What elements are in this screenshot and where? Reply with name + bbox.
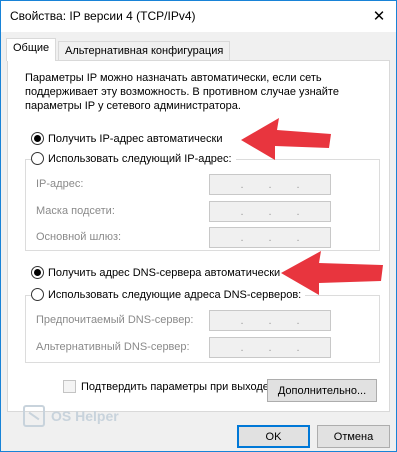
tab-alternate-config[interactable]: Альтернативная конфигурация xyxy=(58,41,231,61)
tab-general-label: Общие xyxy=(13,42,50,54)
ip-auto-radio-option[interactable]: Получить IP-адрес автоматически xyxy=(31,132,227,145)
dns-manual-label: Использовать следующие адреса DNS-сервер… xyxy=(48,288,302,301)
ip-manual-radio[interactable] xyxy=(31,152,44,165)
dns-manual-radio[interactable] xyxy=(31,288,44,301)
dns-manual-radio-option[interactable]: Использовать следующие адреса DNS-сервер… xyxy=(31,288,306,301)
default-gateway-label: Основной шлюз: xyxy=(36,231,122,243)
advanced-button[interactable]: Дополнительно... xyxy=(267,379,377,402)
title-bar: Свойства: IP версии 4 (TCP/IPv4) ✕ xyxy=(1,1,396,32)
dialog-window: Свойства: IP версии 4 (TCP/IPv4) ✕ Общие… xyxy=(0,0,397,452)
ip-manual-label: Использовать следующий IP-адрес: xyxy=(48,152,232,165)
close-icon: ✕ xyxy=(372,8,386,25)
cancel-button-label: Отмена xyxy=(333,430,374,443)
ok-button[interactable]: OK xyxy=(237,425,310,448)
ip-address-input[interactable]: ... xyxy=(209,174,331,195)
subnet-mask-input[interactable]: ... xyxy=(209,201,331,222)
ip-address-label: IP-адрес: xyxy=(36,178,84,190)
cancel-button[interactable]: Отмена xyxy=(317,425,390,448)
watermark: OS Helper xyxy=(23,405,119,427)
validate-on-exit-checkbox[interactable] xyxy=(63,380,76,393)
tab-general[interactable]: Общие xyxy=(6,38,57,61)
ip-auto-label: Получить IP-адрес автоматически xyxy=(48,132,223,145)
description-text: Параметры IP можно назначать автоматичес… xyxy=(25,72,339,112)
close-button[interactable]: ✕ xyxy=(362,1,396,31)
alternate-dns-input[interactable]: ... xyxy=(209,337,331,358)
watermark-logo-icon xyxy=(23,405,45,427)
subnet-mask-label: Маска подсети: xyxy=(36,205,115,217)
alternate-dns-label: Альтернативный DNS-сервер: xyxy=(36,341,190,353)
validate-on-exit-option[interactable]: Подтвердить параметры при выходе xyxy=(63,380,269,393)
red-arrow-icon xyxy=(241,118,331,160)
red-arrow-icon xyxy=(281,251,383,295)
tab-alternate-config-label: Альтернативная конфигурация xyxy=(65,45,224,57)
preferred-dns-input[interactable]: ... xyxy=(209,310,331,331)
ip-manual-radio-option[interactable]: Использовать следующий IP-адрес: xyxy=(31,152,236,165)
dns-auto-radio[interactable] xyxy=(31,266,44,279)
watermark-text: OS Helper xyxy=(51,408,119,424)
ok-button-label: OK xyxy=(265,430,282,443)
ip-auto-radio[interactable] xyxy=(31,132,44,145)
validate-on-exit-label: Подтвердить параметры при выходе xyxy=(81,380,269,393)
advanced-button-label: Дополнительно... xyxy=(277,384,367,397)
dns-auto-label: Получить адрес DNS-сервера автоматически xyxy=(48,266,281,279)
preferred-dns-label: Предпочитаемый DNS-сервер: xyxy=(36,314,194,326)
window-title: Свойства: IP версии 4 (TCP/IPv4) xyxy=(10,9,196,23)
default-gateway-input[interactable]: ... xyxy=(209,227,331,248)
dns-auto-radio-option[interactable]: Получить адрес DNS-сервера автоматически xyxy=(31,266,285,279)
